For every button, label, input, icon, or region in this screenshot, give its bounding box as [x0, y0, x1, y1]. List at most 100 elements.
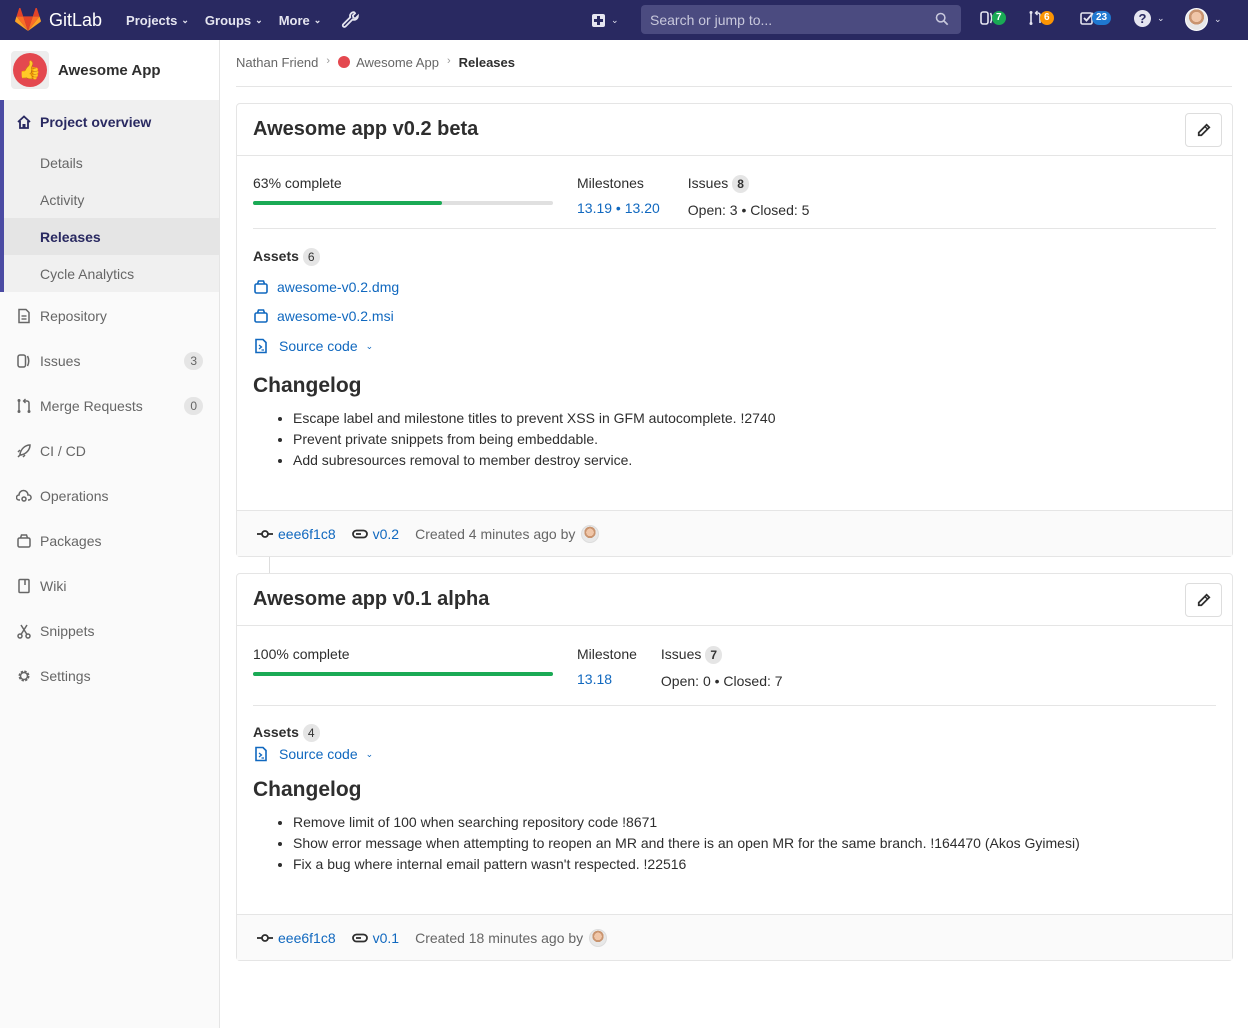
tag-link[interactable]: v0.1: [351, 930, 399, 946]
source-code-label: Source code: [279, 338, 358, 354]
assets-section: Assets 6 awesome-v0.2.dmg awesome-v0.2.ms…: [253, 229, 1216, 362]
sidebar-item-repository[interactable]: Repository: [0, 293, 219, 338]
nav-more-dropdown[interactable]: More ⌄: [279, 13, 322, 28]
progress-section: 63% complete: [253, 175, 577, 228]
sidebar-item-label: Activity: [40, 191, 85, 208]
chevron-down-icon: ⌄: [1214, 14, 1222, 24]
sidebar-item-ci-cd[interactable]: CI / CD: [0, 428, 219, 473]
doc-code-icon: [255, 746, 267, 762]
tag-link[interactable]: v0.2: [351, 526, 399, 542]
search-input[interactable]: [641, 11, 921, 28]
project-avatar: 👍: [11, 51, 49, 89]
assets-title: Assets: [253, 724, 299, 740]
commit-link[interactable]: eee6f1c8: [257, 526, 336, 542]
home-icon: [17, 115, 31, 129]
assets-title: Assets: [253, 248, 299, 264]
gear-icon: [18, 669, 30, 682]
sidebar-subitem-details[interactable]: Details: [4, 144, 219, 181]
book-icon: [18, 578, 30, 593]
merge-request-icon: [17, 398, 31, 413]
chevron-down-icon: ⌄: [313, 14, 322, 25]
nav-menu: Projects ⌄ Groups ⌄ More ⌄: [126, 11, 360, 29]
release-stats: 63% complete Milestones 13.19 • 13.20 Is…: [253, 156, 1216, 229]
chevron-down-icon: ⌄: [365, 340, 374, 351]
search-box[interactable]: [641, 5, 961, 34]
edit-release-button[interactable]: [1185, 583, 1222, 617]
author-avatar[interactable]: [581, 524, 600, 543]
sidebar-item-operations[interactable]: Operations: [0, 473, 219, 518]
milestone-link[interactable]: 13.20: [625, 200, 660, 216]
progress-label: 100% complete: [253, 646, 350, 662]
breadcrumb-namespace[interactable]: Nathan Friend: [236, 55, 318, 70]
sidebar-item-packages[interactable]: Packages: [0, 518, 219, 563]
thumbs-up-icon: 👍: [13, 53, 47, 87]
changelog-title: Changelog: [253, 778, 362, 801]
pencil-icon: [1197, 593, 1210, 607]
wrench-icon[interactable]: [341, 11, 360, 29]
progress-label: 63% complete: [253, 175, 342, 191]
asset-link[interactable]: awesome-v0.2.dmg: [253, 272, 1216, 301]
issues-icon: [17, 353, 30, 368]
sidebar-subitem-cycle-analytics[interactable]: Cycle Analytics: [4, 255, 219, 292]
source-code-label: Source code: [279, 746, 358, 762]
milestone-link[interactable]: 13.18: [577, 671, 612, 687]
breadcrumb-project[interactable]: Awesome App: [338, 55, 439, 70]
sidebar-item-issues[interactable]: Issues 3: [0, 338, 219, 383]
release-footer: eee6f1c8 v0.2 Created 4 minutes ago by: [237, 510, 1232, 556]
breadcrumb-current[interactable]: Releases: [459, 55, 515, 70]
project-header-link[interactable]: 👍 Awesome App: [0, 40, 219, 100]
milestone-link[interactable]: 13.19: [577, 200, 612, 216]
todos-counter[interactable]: 23: [1080, 10, 1112, 26]
author-avatar[interactable]: [589, 928, 608, 947]
sidebar-item-snippets[interactable]: Snippets: [0, 608, 219, 653]
progress-bar-fill: [253, 201, 442, 205]
chevron-right-icon: ›: [326, 55, 331, 67]
source-code-dropdown[interactable]: Source code ⌄: [253, 330, 1216, 362]
progress-bar-fill: [253, 672, 553, 676]
sidebar-item-label: Releases: [40, 228, 101, 245]
sidebar-item-wiki[interactable]: Wiki: [0, 563, 219, 608]
issues-summary: Open: 3 • Closed: 5: [687, 202, 810, 218]
asset-link[interactable]: awesome-v0.2.msi: [253, 301, 1216, 330]
sidebar-item-merge-requests[interactable]: Merge Requests 0: [0, 383, 219, 428]
help-dropdown[interactable]: ? ⌄: [1134, 10, 1165, 27]
issues-label: Issues: [687, 175, 729, 191]
merge-requests-count-badge: 0: [184, 397, 203, 415]
milestones-section: Milestones 13.19 • 13.20: [577, 175, 660, 228]
issues-counter[interactable]: 7: [980, 10, 1006, 26]
assets-section: Assets 4 Source code ⌄: [253, 706, 1216, 766]
chevron-right-icon: ›: [446, 55, 451, 67]
commit-link[interactable]: eee6f1c8: [257, 930, 336, 946]
scissors-icon: [17, 624, 31, 639]
edit-release-button[interactable]: [1185, 113, 1222, 147]
source-code-dropdown[interactable]: Source code ⌄: [253, 742, 1216, 766]
sidebar-item-label: Snippets: [40, 622, 95, 639]
changelog-list: Remove limit of 100 when searching repos…: [253, 812, 1216, 875]
search-icon: [935, 12, 949, 26]
gitlab-home-link[interactable]: GitLab: [15, 0, 102, 40]
user-avatar: [1185, 8, 1208, 31]
merge-requests-counter[interactable]: 6: [1028, 10, 1054, 26]
merge-requests-count-badge: 6: [1040, 11, 1054, 25]
issues-section: Issues 7 Open: 0 • Closed: 7: [661, 646, 783, 705]
changelog-item: Add subresources removal to member destr…: [293, 450, 1216, 471]
question-circle-icon: ?: [1134, 10, 1151, 27]
sidebar-subitem-activity[interactable]: Activity: [4, 181, 219, 218]
sidebar-item-project-overview[interactable]: Project overview: [4, 100, 219, 144]
chevron-down-icon: ⌄: [365, 748, 374, 759]
milestone-separator: •: [612, 200, 625, 216]
sidebar-item-label: Issues: [40, 352, 81, 369]
rocket-icon: [17, 443, 31, 458]
milestones-label: Milestones: [577, 175, 644, 191]
release-title: Awesome app v0.2 beta: [253, 118, 479, 140]
nav-projects-dropdown[interactable]: Projects ⌄: [126, 13, 189, 28]
new-dropdown[interactable]: ⌄: [592, 13, 619, 27]
user-menu-dropdown[interactable]: ⌄: [1185, 8, 1222, 31]
release-header: Awesome app v0.2 beta: [237, 104, 1232, 156]
commit-icon: [257, 933, 273, 942]
package-icon: [17, 533, 31, 548]
release-stats: 100% complete Milestone 13.18 Issues 7 Op…: [253, 626, 1216, 706]
sidebar-subitem-releases[interactable]: Releases: [4, 218, 219, 255]
sidebar-item-settings[interactable]: Settings: [0, 653, 219, 698]
nav-groups-dropdown[interactable]: Groups ⌄: [205, 13, 263, 28]
